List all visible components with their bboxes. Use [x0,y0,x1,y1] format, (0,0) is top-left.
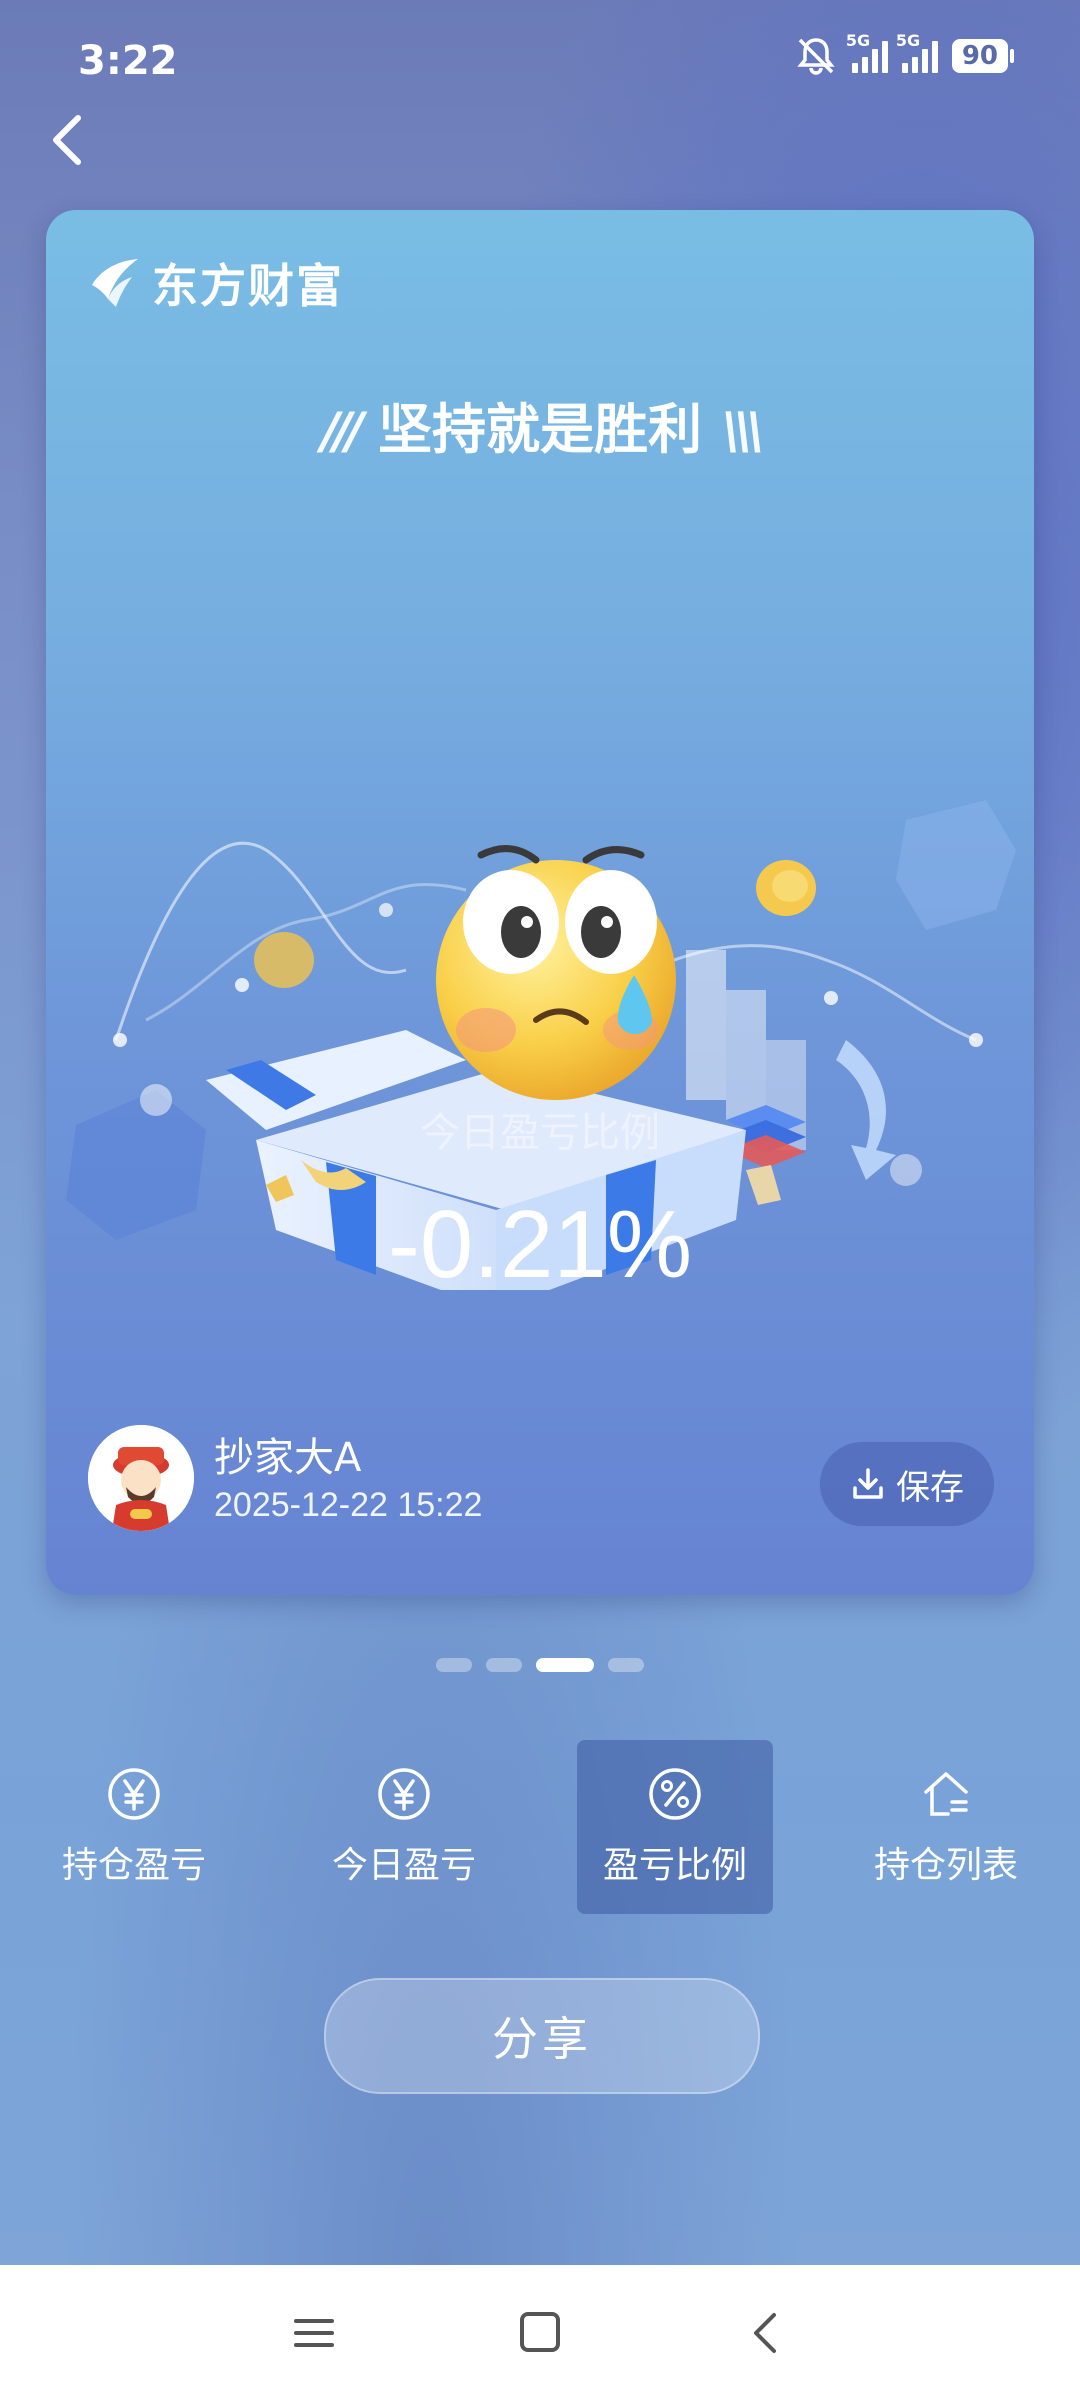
tab-label: 持仓列表 [873,1845,1018,1886]
eastmoney-logo-icon [92,259,138,307]
tab-label: 盈亏比例 [602,1845,747,1886]
battery-indicator: 90 [951,39,1015,73]
brand-logo: 东方财富 [86,250,344,316]
menu-icon[interactable] [284,2305,344,2361]
avatar [88,1425,194,1531]
signal-type: 5G [845,31,871,50]
back-icon[interactable] [736,2305,796,2361]
tab-pnl-ratio[interactable]: 盈亏比例 [577,1740,773,1914]
yen-circle-icon [378,1768,430,1820]
slogan-text: 坚持就是胜利 [378,398,702,461]
save-label: 保存 [896,1467,964,1508]
page-dot[interactable] [608,1658,644,1672]
yen-circle-icon [108,1768,160,1820]
slogan: /// 坚持就是胜利 \\\ [46,385,1034,464]
tab-holding-list[interactable]: 持仓列表 [848,1740,1044,1914]
user-name: 抄家大A [214,1435,362,1481]
fortune-god-avatar-icon [88,1425,194,1531]
save-button[interactable]: 保存 [820,1442,994,1526]
tab-label: 今日盈亏 [331,1845,476,1886]
page-dot[interactable] [486,1658,522,1672]
mute-bell-icon [797,38,835,75]
brand-name: 东方财富 [152,259,344,313]
timestamp: 2025-12-22 15:22 [214,1486,483,1524]
download-icon [853,1468,883,1499]
home-square-icon[interactable] [510,2305,570,2361]
tab-label: 持仓盈亏 [61,1845,206,1886]
page-dot-active[interactable] [536,1658,594,1672]
status-time: 3:22 [78,38,178,84]
sad-emoji-gift-illustration [66,800,1016,1290]
share-button[interactable]: 分享 [324,1978,760,2094]
page-indicator [0,1658,1080,1672]
signal-icon: 5G [846,31,888,73]
share-card: 东方财富 /// 坚持就是胜利 \\\ 今日盈亏比例 -0.21% 抄家大A 20… [46,210,1034,1595]
house-list-icon [924,1772,968,1816]
slash-decoration: \\\ [722,402,765,460]
back-arrow-icon[interactable] [40,110,100,170]
tab-today-pnl[interactable]: 今日盈亏 [306,1740,502,1914]
tab-holding-pnl[interactable]: 持仓盈亏 [36,1740,232,1914]
signal-icon: 5G [896,31,938,73]
page-dot[interactable] [436,1658,472,1672]
ratio-value: -0.21% [387,1191,693,1298]
slash-decoration: /// [321,402,364,460]
ratio-label: 今日盈亏比例 [420,1110,660,1156]
signal-type: 5G [895,31,921,50]
status-icons: 5G 5G 90 [794,31,1015,76]
percent-circle-icon [649,1768,701,1820]
